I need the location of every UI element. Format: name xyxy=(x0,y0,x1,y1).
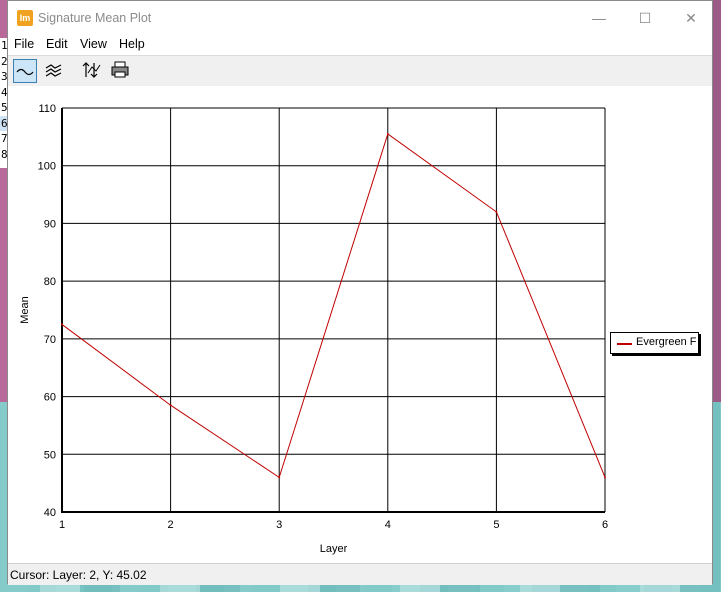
axis-scale-button[interactable] xyxy=(81,59,105,83)
x-tick-label: 5 xyxy=(493,519,499,531)
mean-line-chart[interactable]: 1 2 3 4 5 6 40 50 60 70 80 90 100 110 Layer Mean xyxy=(8,86,712,563)
menu-bar: File Edit View Help xyxy=(8,35,712,55)
maximize-button[interactable]: ☐ xyxy=(622,1,668,35)
status-bar: Cursor: Layer: 2, Y: 45.02 xyxy=(8,563,712,585)
title-bar[interactable]: Im Signature Mean Plot — ☐ ✕ xyxy=(8,1,712,35)
x-tick-label: 4 xyxy=(385,519,391,531)
chart-legend: Evergreen Fo xyxy=(610,332,699,354)
legend-label: Evergreen Fo xyxy=(636,336,696,348)
stacked-plot-icon xyxy=(45,64,62,77)
data-point xyxy=(61,323,63,326)
y-tick-label: 80 xyxy=(44,276,56,288)
print-icon xyxy=(111,61,129,78)
signature-mean-plot-window: Im Signature Mean Plot — ☐ ✕ File Edit V… xyxy=(7,0,713,585)
y-tick-label: 60 xyxy=(44,392,56,404)
print-button[interactable] xyxy=(109,59,133,83)
y-tick-label: 70 xyxy=(44,334,56,346)
menu-file[interactable]: File xyxy=(14,37,34,51)
data-point xyxy=(495,210,498,213)
y-axis-label: Mean xyxy=(19,296,31,324)
y-tick-label: 110 xyxy=(38,103,56,115)
close-button[interactable]: ✕ xyxy=(668,1,714,35)
plot-area: 1 2 3 4 5 6 40 50 60 70 80 90 100 110 Layer Mean Evergr… xyxy=(8,86,712,563)
x-tick-label: 3 xyxy=(276,519,282,531)
menu-edit[interactable]: Edit xyxy=(46,37,68,51)
line-plot-button[interactable] xyxy=(13,59,37,83)
x-axis-label: Layer xyxy=(320,543,348,555)
app-icon: Im xyxy=(17,10,33,26)
y-tick-label: 100 xyxy=(38,161,56,173)
minimize-button[interactable]: — xyxy=(576,1,622,35)
y-tick-label: 50 xyxy=(44,449,56,461)
x-tick-label: 1 xyxy=(59,519,65,531)
series-line xyxy=(61,133,606,479)
line-plot-icon xyxy=(16,68,34,76)
y-tick-label: 90 xyxy=(44,218,56,230)
legend-swatch xyxy=(617,343,632,345)
menu-help[interactable]: Help xyxy=(119,37,145,51)
cursor-readout: Cursor: Layer: 2, Y: 45.02 xyxy=(10,568,147,582)
window-title: Signature Mean Plot xyxy=(38,11,152,25)
x-tick-label: 2 xyxy=(168,519,174,531)
axis-scale-icon xyxy=(82,62,101,78)
data-point xyxy=(386,132,389,135)
toolbar xyxy=(8,55,712,87)
data-point xyxy=(278,476,281,479)
x-tick-label: 6 xyxy=(602,519,608,531)
stacked-plot-button[interactable] xyxy=(43,59,67,83)
data-point xyxy=(604,476,606,479)
data-point xyxy=(169,404,172,407)
y-tick-label: 40 xyxy=(44,507,56,519)
menu-view[interactable]: View xyxy=(80,37,107,51)
